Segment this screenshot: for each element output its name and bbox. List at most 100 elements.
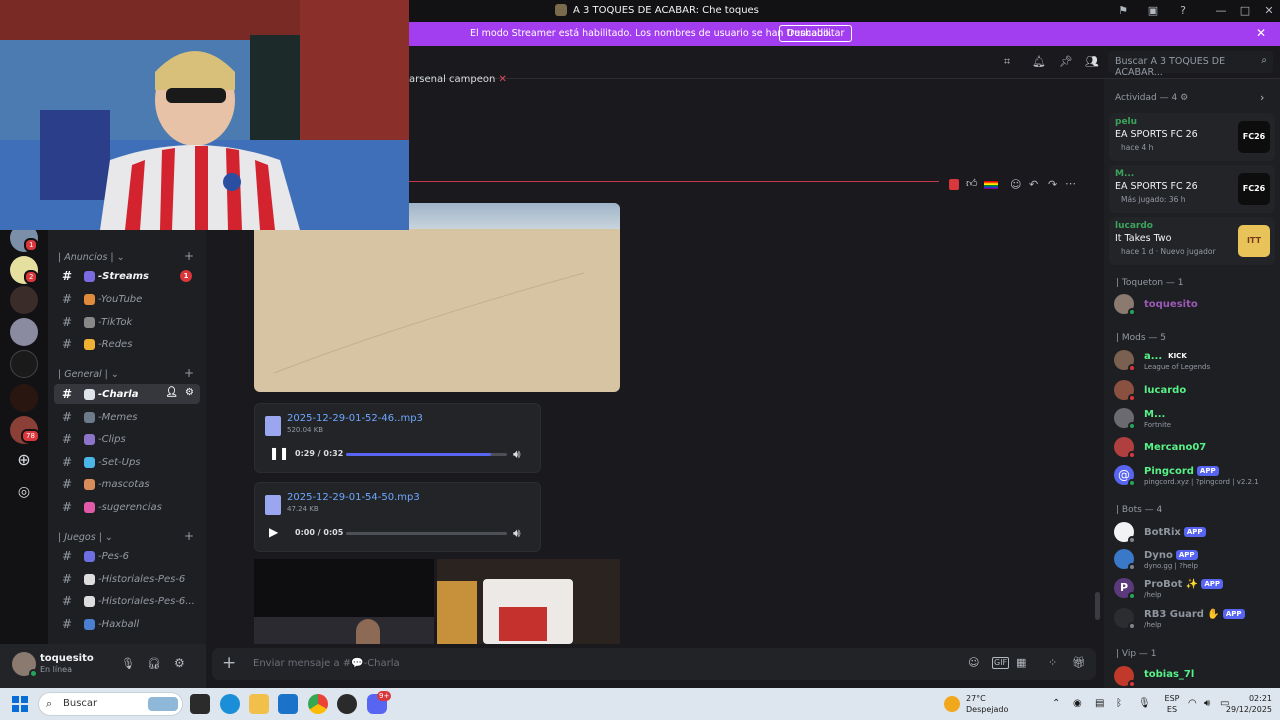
more-icon[interactable]: ⋯ — [1065, 177, 1076, 190]
store-icon[interactable] — [278, 694, 298, 714]
apps-icon[interactable]: ⁘ — [1048, 656, 1057, 669]
channel-setups[interactable]: # -Set-Ups — [54, 452, 200, 472]
rainbow-flag-icon[interactable] — [984, 181, 998, 189]
channel-pes6[interactable]: # -Pes-6 — [54, 546, 200, 566]
username[interactable]: toquesito — [40, 653, 94, 664]
play-icon[interactable]: ▶ — [269, 525, 283, 539]
channel-charla[interactable]: # -Charla 👤︎ ⚙ — [54, 384, 200, 404]
audio-progress-slider[interactable] — [346, 532, 507, 535]
language-indicator[interactable]: ESP — [1159, 694, 1185, 703]
channel-historiales-pes6[interactable]: # -Historiales-Pes-6 — [54, 569, 200, 589]
member-item[interactable]: Dyno APP dyno.gg | ?help — [1114, 548, 1274, 572]
discover-icon[interactable]: ◎ — [10, 478, 38, 506]
server-icon[interactable] — [10, 350, 38, 378]
reaction-emoji-icon[interactable] — [949, 179, 959, 190]
audio-progress-slider[interactable] — [346, 453, 507, 456]
channel-redes[interactable]: # -Redes — [54, 334, 200, 354]
server-icon[interactable] — [10, 286, 38, 314]
volume-icon[interactable]: 🔊︎ — [513, 447, 521, 462]
activity-card[interactable]: M... EA SPORTS FC 26 Más jugado: 36 h FC… — [1109, 165, 1275, 213]
invite-icon[interactable]: 👤︎ — [165, 387, 178, 398]
thumbs-up-icon[interactable]: 👍︎ — [966, 177, 978, 190]
gift-icon[interactable]: 🎁︎ — [1072, 656, 1086, 669]
channel-mascotas[interactable]: # -mascotas — [54, 474, 200, 494]
audio-filename[interactable]: 2025-12-29-01-52-46..mp3 — [287, 413, 423, 424]
message-composer[interactable]: + Enviar mensaje a #💬-Charla ☺ GIF ▦ ⁘ 🎁… — [212, 648, 1096, 680]
tray-app-icon[interactable]: ▤ — [1095, 698, 1104, 709]
video-thumbnail[interactable] — [437, 559, 620, 644]
activity-card[interactable]: lucardo It Takes Two hace 1 d · Nuevo ju… — [1109, 217, 1275, 265]
chevron-right-icon[interactable]: › — [1260, 91, 1264, 104]
pause-icon[interactable]: ❚❚ — [269, 446, 289, 460]
add-channel-icon[interactable]: + — [184, 249, 194, 263]
forward-icon[interactable]: ↷ — [1048, 178, 1057, 191]
volume-icon[interactable]: 🔊︎ — [513, 526, 521, 541]
emoji-face-icon[interactable]: ☺ — [968, 656, 979, 669]
gif-icon[interactable]: GIF — [992, 657, 1010, 669]
category-general[interactable]: | General | ⌄ — [58, 369, 119, 380]
clock-time[interactable]: 02:21 — [1238, 694, 1272, 703]
wifi-icon[interactable]: ◠ — [1188, 698, 1197, 709]
task-view-icon[interactable] — [190, 694, 210, 714]
headphones-icon[interactable]: 🎧︎ — [147, 657, 161, 670]
member-item[interactable]: BotRix APP — [1114, 521, 1274, 545]
gear-icon[interactable]: ⚙ — [185, 387, 194, 398]
weather-sun-icon[interactable] — [944, 696, 960, 712]
channel-sugerencias[interactable]: # -sugerencias — [54, 497, 200, 517]
close-window-icon[interactable]: ✕ — [1262, 4, 1276, 18]
screen-icon[interactable]: ▣ — [1146, 4, 1160, 18]
chrome-icon[interactable] — [308, 694, 328, 714]
weather-temp[interactable]: 27°C — [966, 694, 986, 703]
minimize-icon[interactable]: — — [1214, 4, 1228, 18]
bell-icon[interactable]: 🔔︎ — [1032, 55, 1046, 69]
reply-icon[interactable]: ↶ — [1029, 178, 1038, 191]
file-explorer-icon[interactable] — [249, 694, 269, 714]
member-item[interactable]: toquesito — [1114, 293, 1274, 317]
close-banner-icon[interactable]: ✕ — [1256, 26, 1266, 40]
taskbar-search[interactable]: ⌕ Buscar — [38, 692, 183, 716]
member-item[interactable]: a... KICK League of Legends — [1114, 349, 1274, 373]
server-icon[interactable] — [10, 318, 38, 346]
add-reaction-icon[interactable]: ☺ — [1010, 178, 1021, 191]
member-item[interactable]: RB3 Guard ✋ APP /help — [1114, 607, 1274, 631]
inbox-flag-icon[interactable]: ⚑ — [1116, 4, 1130, 18]
avatar[interactable] — [12, 652, 38, 678]
member-item[interactable]: P ProBot ✨ APP /help — [1114, 577, 1274, 601]
member-list-icon[interactable]: 👥︎ — [1085, 55, 1099, 69]
audio-filename[interactable]: 2025-12-29-01-54-50.mp3 — [287, 492, 420, 503]
disable-streamer-button[interactable]: Deshabilitar — [779, 25, 853, 42]
settings-gear-icon[interactable]: ⚙ — [174, 656, 185, 670]
channel-streams[interactable]: # -Streams 1 — [54, 266, 200, 286]
mic-tray-icon[interactable]: 🎙︎ — [1138, 698, 1151, 709]
attach-plus-icon[interactable]: + — [222, 653, 236, 673]
tray-overflow-icon[interactable]: ⌃ — [1052, 698, 1060, 709]
search-input[interactable]: Buscar A 3 TOQUES DE ACABAR... ⌕ — [1108, 51, 1273, 78]
server-icon[interactable] — [10, 384, 38, 412]
tray-app-icon[interactable]: ◉ — [1073, 698, 1082, 709]
category-juegos[interactable]: | Juegos | ⌄ — [58, 532, 113, 543]
image-attachment[interactable] — [254, 203, 620, 392]
channel-tiktok[interactable]: # -TikTok — [54, 312, 200, 332]
pin-icon[interactable]: 📌︎ — [1059, 55, 1073, 69]
activity-card[interactable]: pelu EA SPORTS FC 26 hace 4 h FC26 — [1109, 113, 1275, 161]
channel-clips[interactable]: # -Clips — [54, 429, 200, 449]
channel-historiales-pes6-2[interactable]: # -Historiales-Pes-6... — [54, 591, 200, 611]
help-icon[interactable]: ? — [1176, 4, 1190, 18]
channel-haxball[interactable]: # -Haxball — [54, 614, 200, 634]
windows-start-icon[interactable] — [12, 696, 28, 712]
member-item[interactable]: lucardo — [1114, 379, 1274, 403]
chat-scrollbar[interactable] — [1095, 592, 1100, 620]
speaker-icon[interactable]: 🔊︎ — [1204, 698, 1210, 709]
bluetooth-icon[interactable]: ᛒ — [1116, 698, 1122, 709]
threads-icon[interactable]: ⌗ — [1004, 55, 1016, 69]
video-thumbnail[interactable] — [254, 559, 434, 644]
channel-memes[interactable]: # -Memes — [54, 407, 200, 427]
channel-youtube[interactable]: # -YouTube — [54, 289, 200, 309]
sticker-icon[interactable]: ▦ — [1016, 656, 1026, 669]
add-channel-icon[interactable]: + — [184, 366, 194, 380]
maximize-icon[interactable]: □ — [1238, 4, 1252, 18]
member-item[interactable]: Mercano07 — [1114, 436, 1274, 460]
add-channel-icon[interactable]: + — [184, 529, 194, 543]
member-item[interactable]: @ Pingcord APP pingcord.xyz | ?pingcord |… — [1114, 464, 1274, 488]
microphone-icon[interactable]: 🎙︎ — [121, 657, 135, 670]
